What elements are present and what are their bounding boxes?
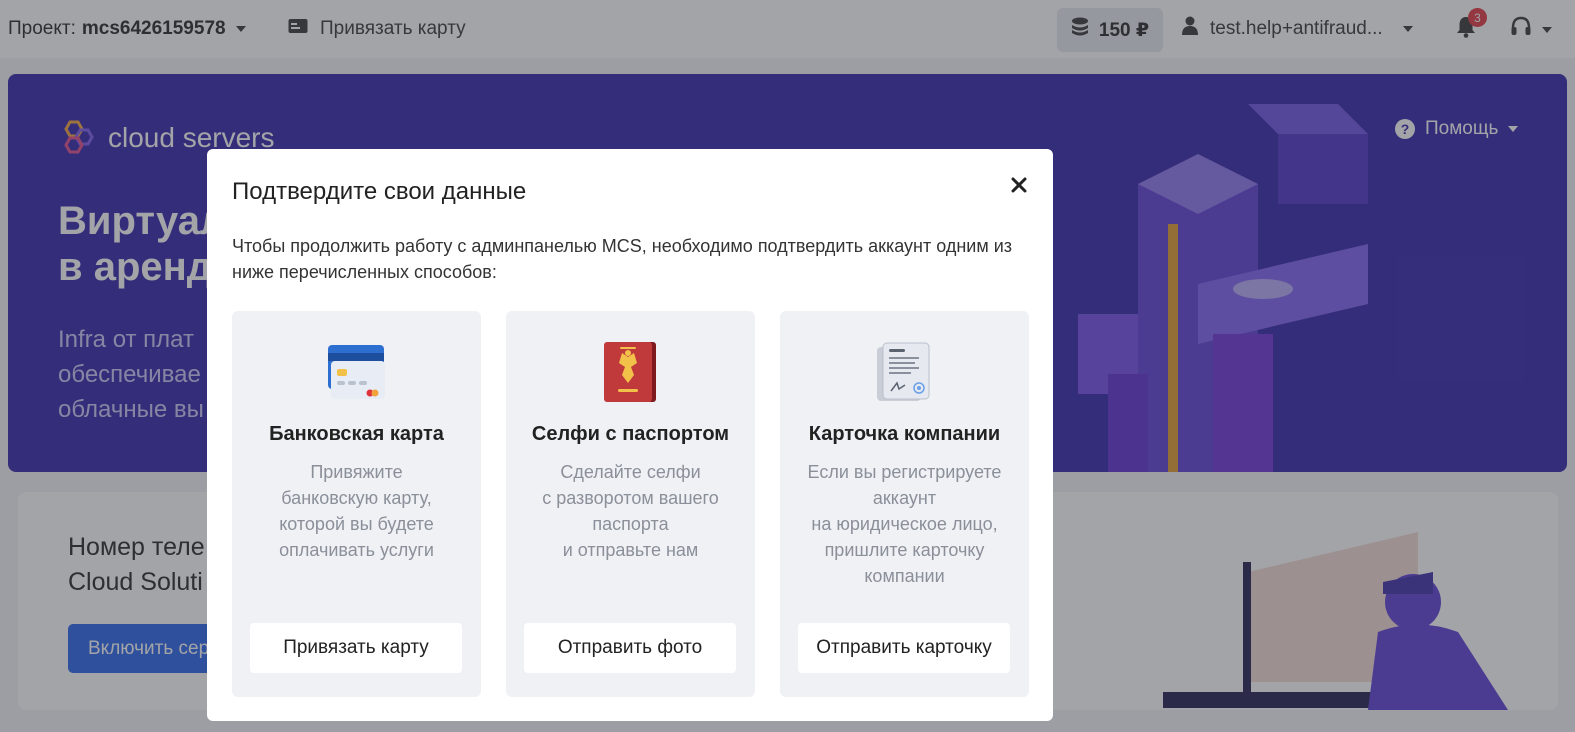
option-text: Сделайте селфи с разворотом вашего паспо… [542,462,719,560]
option-passport-selfie: Селфи с паспортом Сделайте селфи с разво… [506,311,755,697]
bind-card-button[interactable]: Привязать карту [250,623,462,673]
send-photo-button[interactable]: Отправить фото [524,623,736,673]
option-company-card: Карточка компании Если вы регистрируете … [780,311,1029,697]
option-title: Карточка компании [808,423,1001,445]
modal-description: Чтобы продолжить работу с админпанелью M… [232,236,1013,282]
verify-account-modal: Подтвердите свои данные Чтобы продолжить… [207,149,1053,721]
company-document-icon [877,342,930,401]
option-text: Если вы регистрируете аккаунт на юридиче… [807,462,1002,586]
option-title: Селфи с паспортом [531,423,730,445]
option-bank-card: Банковская карта Привяжите банковскую ка… [232,311,481,697]
bank-card-icon [328,345,385,399]
send-company-card-button[interactable]: Отправить карточку [798,623,1010,673]
modal-title: Подтвердите свои данные [232,178,527,205]
close-icon [1011,177,1027,193]
option-title: Банковская карта [269,423,444,445]
passport-icon [604,342,656,402]
close-button[interactable] [1007,173,1031,197]
option-text: Привяжите банковскую карту, которой вы б… [279,462,434,560]
